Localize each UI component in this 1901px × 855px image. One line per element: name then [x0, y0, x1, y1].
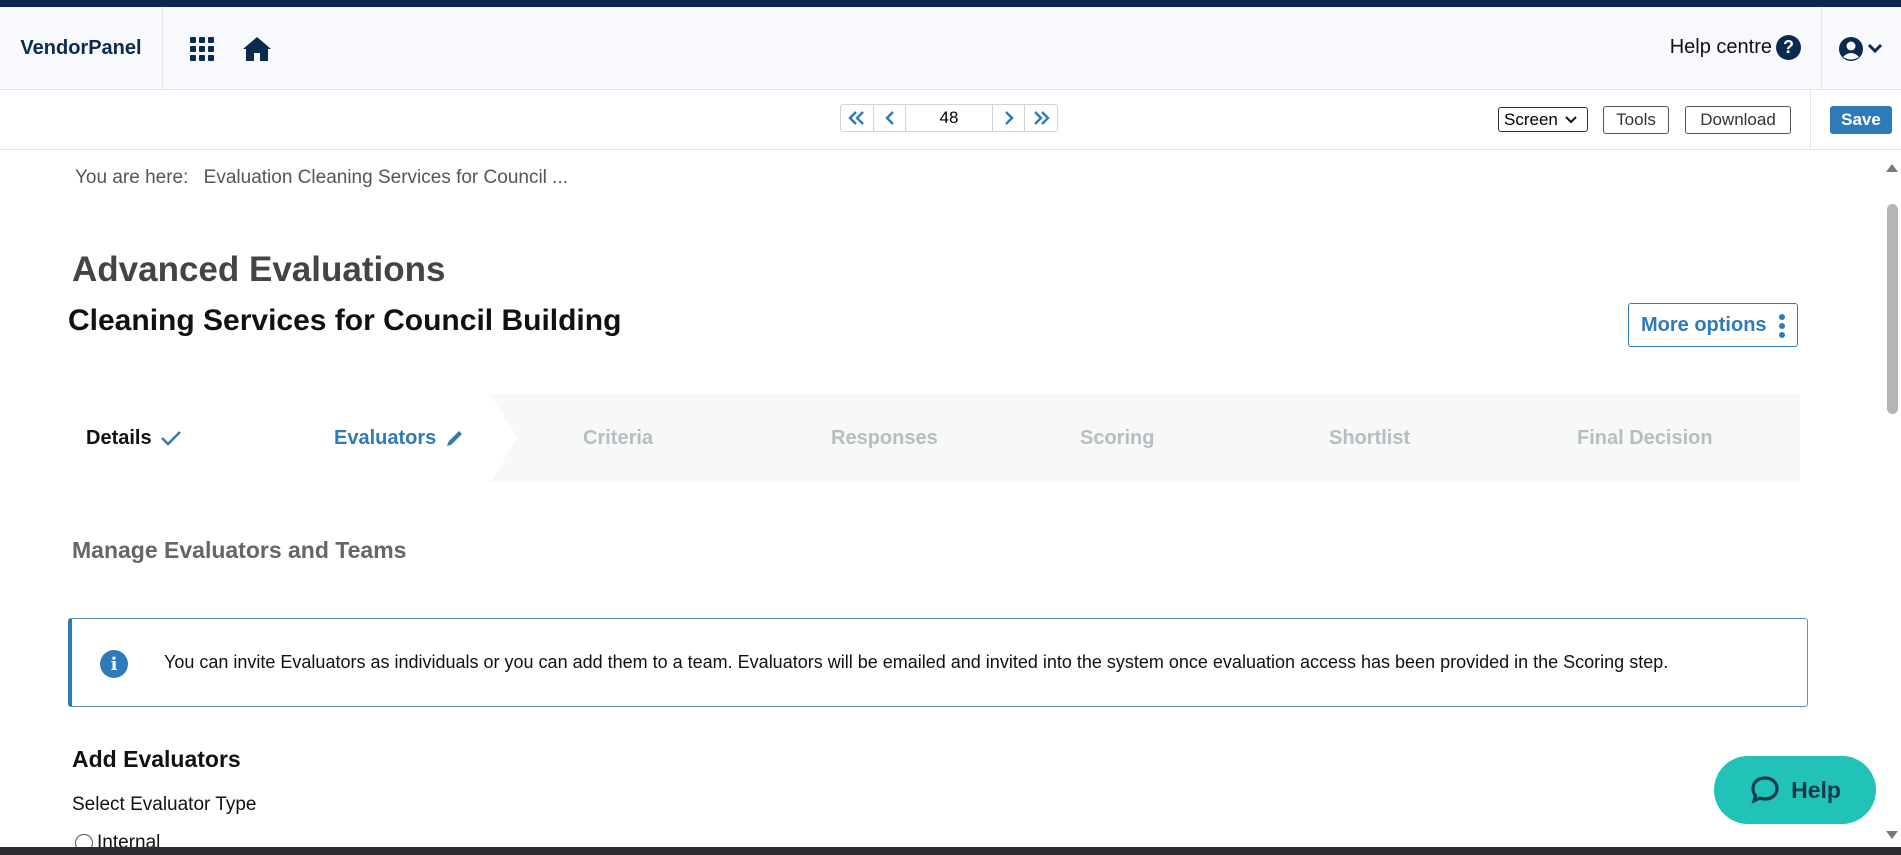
chevron-left-icon — [884, 111, 894, 125]
save-button[interactable]: Save — [1830, 106, 1892, 134]
page-number-input[interactable]: 48 — [905, 105, 993, 131]
info-circle-icon: i — [100, 650, 128, 678]
help-centre-link[interactable]: Help centre ? — [1670, 35, 1801, 60]
kebab-menu-icon — [1779, 314, 1785, 338]
info-callout: i You can invite Evaluators as individua… — [68, 618, 1808, 707]
chevron-right-icon — [1004, 111, 1014, 125]
page-subtitle: Cleaning Services for Council Building — [68, 304, 622, 337]
home-icon[interactable] — [241, 33, 273, 65]
document-toolbar: 48 Screen Tools Download Save — [0, 90, 1901, 150]
add-evaluators-heading: Add Evaluators — [72, 746, 241, 772]
stepper-arrow-divider — [490, 394, 518, 482]
step-shortlist[interactable]: Shortlist — [1329, 394, 1410, 482]
section-title: Manage Evaluators and Teams — [72, 537, 407, 563]
bottom-window-edge — [0, 847, 1901, 855]
double-chevron-left-icon — [848, 111, 864, 125]
page-navigator: 48 — [840, 104, 1058, 132]
breadcrumb-prefix: You are here: — [75, 167, 189, 188]
checkmark-icon — [160, 431, 181, 446]
scroll-up-arrow[interactable] — [1886, 164, 1898, 172]
evaluation-stepper: Details Evaluators Criteria Responses Sc… — [72, 394, 1800, 482]
help-centre-label: Help centre — [1669, 36, 1772, 58]
top-navigation: VendorPanel Help centre ? — [0, 7, 1901, 90]
help-chat-button[interactable]: Help — [1714, 756, 1876, 824]
step-evaluators-label: Evaluators — [334, 426, 437, 449]
step-details-label: Details — [86, 426, 152, 449]
question-circle-icon: ? — [1776, 35, 1801, 60]
view-mode-select[interactable]: Screen — [1498, 107, 1588, 132]
step-details[interactable]: Details — [86, 394, 182, 482]
tools-button[interactable]: Tools — [1603, 106, 1669, 134]
step-scoring[interactable]: Scoring — [1080, 394, 1154, 482]
download-button[interactable]: Download — [1685, 106, 1791, 134]
double-chevron-right-icon — [1034, 111, 1050, 125]
brand-logo[interactable]: VendorPanel — [0, 7, 163, 90]
step-evaluators[interactable]: Evaluators — [334, 394, 465, 482]
breadcrumb: You are here: Evaluation Cleaning Servic… — [75, 167, 568, 189]
chevron-down-icon — [1565, 115, 1577, 123]
last-page-button[interactable] — [1025, 105, 1057, 131]
step-criteria[interactable]: Criteria — [583, 394, 653, 482]
user-circle-icon — [1838, 36, 1882, 61]
user-menu[interactable] — [1821, 7, 1901, 90]
evaluator-type-label: Select Evaluator Type — [72, 794, 257, 815]
step-responses[interactable]: Responses — [831, 394, 938, 482]
more-options-label: More options — [1641, 313, 1767, 336]
scroll-down-arrow[interactable] — [1886, 831, 1898, 839]
first-page-button[interactable] — [841, 105, 873, 131]
previous-page-button[interactable] — [873, 105, 905, 131]
vertical-scrollbar[interactable] — [1881, 150, 1901, 847]
toolbar-divider — [1810, 90, 1811, 150]
step-final-decision[interactable]: Final Decision — [1577, 394, 1713, 482]
view-mode-value: Screen — [1504, 109, 1558, 129]
more-options-button[interactable]: More options — [1628, 303, 1798, 347]
top-accent-bar — [0, 0, 1901, 7]
apps-grid-icon[interactable] — [186, 33, 218, 65]
page-title: Advanced Evaluations — [72, 250, 446, 289]
scroll-thumb[interactable] — [1887, 204, 1898, 414]
help-chat-label: Help — [1791, 776, 1841, 803]
pencil-icon — [447, 431, 463, 446]
breadcrumb-current[interactable]: Evaluation Cleaning Services for Council… — [204, 167, 568, 188]
chat-bubble-icon — [1751, 776, 1779, 805]
next-page-button[interactable] — [993, 105, 1025, 131]
info-callout-text: You can invite Evaluators as individuals… — [164, 652, 1669, 672]
